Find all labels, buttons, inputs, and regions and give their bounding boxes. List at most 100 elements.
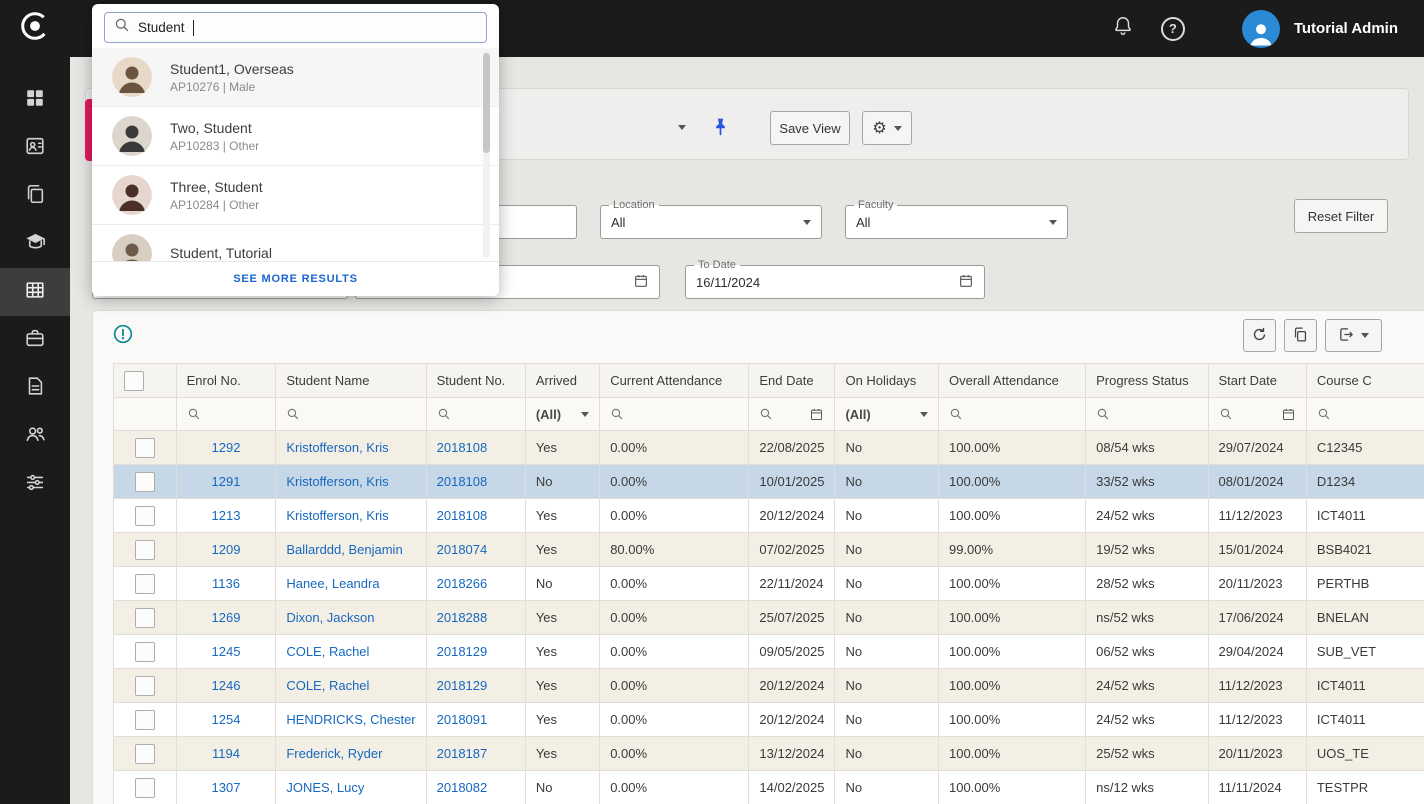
- column-header-course[interactable]: Course C: [1306, 364, 1424, 398]
- search-input[interactable]: Student: [104, 12, 487, 43]
- cell-enrol[interactable]: 1213: [176, 499, 276, 533]
- sidebar-item-users[interactable]: [0, 412, 70, 460]
- calendar-icon[interactable]: [633, 273, 649, 292]
- cell-student_no[interactable]: 2018108: [426, 499, 525, 533]
- refresh-button[interactable]: [1243, 319, 1276, 352]
- search-result-item[interactable]: Three, StudentAP10284 | Other: [92, 166, 499, 225]
- cell-name[interactable]: HENDRICKS, Chester: [276, 703, 426, 737]
- column-header-start_date[interactable]: Start Date: [1208, 364, 1306, 398]
- row-checkbox[interactable]: [135, 710, 155, 730]
- row-checkbox[interactable]: [135, 642, 155, 662]
- pin-icon[interactable]: [710, 116, 731, 142]
- help-button[interactable]: ?: [1160, 16, 1186, 42]
- location-select[interactable]: Location All: [600, 205, 822, 239]
- sidebar-item-invoice[interactable]: [0, 364, 70, 412]
- see-more-results-link[interactable]: SEE MORE RESULTS: [92, 261, 499, 296]
- cell-enrol[interactable]: 1136: [176, 567, 276, 601]
- cell-name[interactable]: Kristofferson, Kris: [276, 431, 426, 465]
- cell-student_no[interactable]: 2018082: [426, 771, 525, 804]
- cell-enrol[interactable]: 1292: [176, 431, 276, 465]
- table-row[interactable]: 1291Kristofferson, Kris2018108No0.00%10/…: [114, 465, 1424, 499]
- copy-button[interactable]: [1284, 319, 1317, 352]
- column-header-current_attendance[interactable]: Current Attendance: [600, 364, 749, 398]
- cell-name[interactable]: Kristofferson, Kris: [276, 465, 426, 499]
- sidebar-item-briefcase[interactable]: [0, 316, 70, 364]
- column-filter-student_no[interactable]: [426, 398, 525, 431]
- cell-student_no[interactable]: 2018129: [426, 635, 525, 669]
- sidebar-item-contacts[interactable]: [0, 124, 70, 172]
- cell-name[interactable]: COLE, Rachel: [276, 669, 426, 703]
- cell-name[interactable]: Dixon, Jackson: [276, 601, 426, 635]
- column-filter-end_date[interactable]: [749, 398, 835, 431]
- row-checkbox[interactable]: [135, 506, 155, 526]
- view-settings-button[interactable]: ⚙: [862, 111, 912, 145]
- table-row[interactable]: 1292Kristofferson, Kris2018108Yes0.00%22…: [114, 431, 1424, 465]
- cell-name[interactable]: COLE, Rachel: [276, 635, 426, 669]
- reset-filter-button[interactable]: Reset Filter: [1294, 199, 1388, 233]
- table-row[interactable]: 1254HENDRICKS, Chester2018091Yes0.00%20/…: [114, 703, 1424, 737]
- scrollbar-thumb[interactable]: [483, 53, 490, 153]
- sidebar-item-sliders[interactable]: [0, 460, 70, 508]
- search-result-item[interactable]: Two, StudentAP10283 | Other: [92, 107, 499, 166]
- column-filter-on_holidays[interactable]: (All): [835, 398, 939, 431]
- sidebar-item-documents[interactable]: [0, 172, 70, 220]
- column-filter-course[interactable]: [1306, 398, 1424, 431]
- cell-enrol[interactable]: 1291: [176, 465, 276, 499]
- table-row[interactable]: 1246COLE, Rachel2018129Yes0.00%20/12/202…: [114, 669, 1424, 703]
- column-header-name[interactable]: Student Name: [276, 364, 426, 398]
- cell-enrol[interactable]: 1307: [176, 771, 276, 804]
- calendar-icon[interactable]: [958, 273, 974, 292]
- column-filter-progress_status[interactable]: [1086, 398, 1208, 431]
- to-date-field[interactable]: To Date 16/11/2024: [685, 265, 985, 299]
- column-filter-arrived[interactable]: (All): [525, 398, 599, 431]
- column-filter-name[interactable]: [276, 398, 426, 431]
- table-row[interactable]: 1194Frederick, Ryder2018187Yes0.00%13/12…: [114, 737, 1424, 771]
- table-row[interactable]: 1209Ballarddd, Benjamin2018074Yes80.00%0…: [114, 533, 1424, 567]
- cell-student_no[interactable]: 2018187: [426, 737, 525, 771]
- row-checkbox[interactable]: [135, 472, 155, 492]
- sidebar-item-grid[interactable]: [0, 268, 70, 316]
- cell-name[interactable]: Kristofferson, Kris: [276, 499, 426, 533]
- row-checkbox[interactable]: [135, 778, 155, 798]
- cell-student_no[interactable]: 2018129: [426, 669, 525, 703]
- cell-enrol[interactable]: 1269: [176, 601, 276, 635]
- table-row[interactable]: 1307JONES, Lucy2018082No0.00%14/02/2025N…: [114, 771, 1424, 804]
- cell-name[interactable]: Hanee, Leandra: [276, 567, 426, 601]
- column-header-progress_status[interactable]: Progress Status: [1086, 364, 1208, 398]
- row-checkbox[interactable]: [135, 744, 155, 764]
- row-checkbox[interactable]: [135, 540, 155, 560]
- column-filter-current_attendance[interactable]: [600, 398, 749, 431]
- search-result-item[interactable]: Student, Tutorial: [92, 225, 499, 262]
- cell-name[interactable]: JONES, Lucy: [276, 771, 426, 804]
- column-header-student_no[interactable]: Student No.: [426, 364, 525, 398]
- select-all-checkbox[interactable]: [124, 371, 144, 391]
- column-header-end_date[interactable]: End Date: [749, 364, 835, 398]
- cell-student_no[interactable]: 2018091: [426, 703, 525, 737]
- user-menu[interactable]: Tutorial Admin: [1242, 10, 1398, 48]
- save-view-button[interactable]: Save View: [770, 111, 850, 145]
- sidebar-item-courses[interactable]: [0, 220, 70, 268]
- column-filter-start_date[interactable]: [1208, 398, 1306, 431]
- table-row[interactable]: 1136Hanee, Leandra2018266No0.00%22/11/20…: [114, 567, 1424, 601]
- cell-student_no[interactable]: 2018108: [426, 431, 525, 465]
- cell-enrol[interactable]: 1194: [176, 737, 276, 771]
- app-logo[interactable]: [0, 0, 70, 57]
- cell-name[interactable]: Frederick, Ryder: [276, 737, 426, 771]
- cell-student_no[interactable]: 2018288: [426, 601, 525, 635]
- cell-name[interactable]: Ballarddd, Benjamin: [276, 533, 426, 567]
- column-header-arrived[interactable]: Arrived: [525, 364, 599, 398]
- column-header-overall_attendance[interactable]: Overall Attendance: [938, 364, 1085, 398]
- row-checkbox[interactable]: [135, 676, 155, 696]
- export-button[interactable]: [1325, 319, 1382, 352]
- table-row[interactable]: 1213Kristofferson, Kris2018108Yes0.00%20…: [114, 499, 1424, 533]
- column-filter-overall_attendance[interactable]: [938, 398, 1085, 431]
- cell-enrol[interactable]: 1246: [176, 669, 276, 703]
- faculty-select[interactable]: Faculty All: [845, 205, 1068, 239]
- row-checkbox[interactable]: [135, 574, 155, 594]
- sidebar-item-dashboard[interactable]: [0, 76, 70, 124]
- notifications-button[interactable]: [1110, 16, 1136, 42]
- column-header-on_holidays[interactable]: On Holidays: [835, 364, 939, 398]
- cell-enrol[interactable]: 1209: [176, 533, 276, 567]
- cell-student_no[interactable]: 2018266: [426, 567, 525, 601]
- table-row[interactable]: 1245COLE, Rachel2018129Yes0.00%09/05/202…: [114, 635, 1424, 669]
